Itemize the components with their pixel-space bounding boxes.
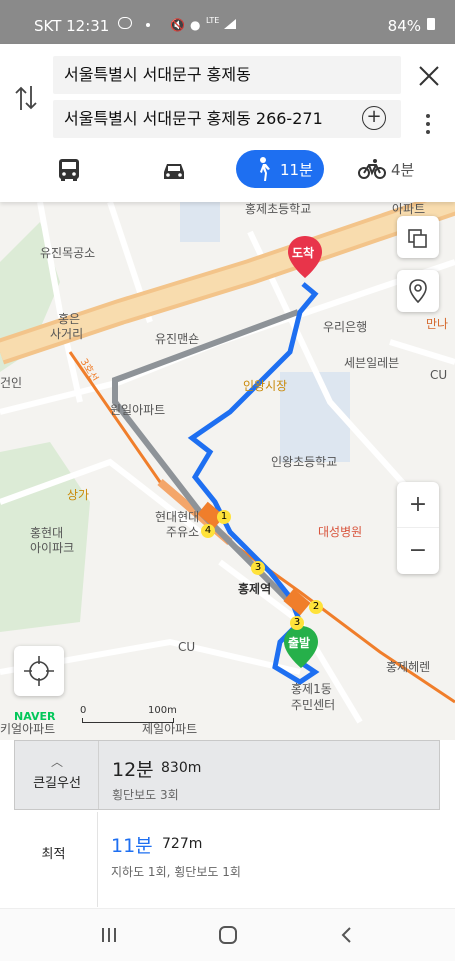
map-label: 상가 (67, 488, 90, 502)
map-label: CU (430, 368, 448, 382)
route-distance: 830m (161, 760, 202, 776)
map-label: CU (178, 640, 196, 654)
depart-label: 출발 (288, 636, 311, 650)
map-label: 인왕시장 (243, 379, 288, 393)
route-distance: 727m (162, 836, 203, 852)
swap-icon[interactable] (14, 84, 38, 112)
map-label: 원일아파트 (110, 403, 166, 417)
recent-apps-icon[interactable] (99, 925, 119, 945)
bike-mode-tab[interactable]: 4분 (358, 150, 420, 188)
map-label: 우리은행 (323, 320, 368, 334)
route-detail: 지하도 1회, 횡단보도 1회 (111, 865, 241, 879)
close-icon[interactable] (417, 64, 441, 88)
battery-icon (427, 18, 435, 30)
location-pin-button[interactable] (397, 270, 439, 312)
arrive-marker[interactable]: 도착 (288, 236, 322, 278)
map-view[interactable]: 유진목공소 홍은 사거리 유진맨숀 원일아파트 인왕시장 우리은행 세븐일레븐 … (0, 202, 455, 740)
car-mode-tab[interactable] (160, 150, 188, 188)
mute-icon: 🔇 (170, 18, 185, 32)
walk-mode-tab[interactable]: 11분 (236, 150, 324, 188)
car-icon (164, 164, 184, 179)
map-label: 대성병원 (318, 525, 363, 539)
map-label: 유진목공소 (40, 246, 96, 260)
layers-button[interactable] (397, 216, 439, 258)
map-label: 홍제역 (238, 582, 272, 596)
map-label: 유진맨숀 (155, 332, 200, 346)
route-options: ︿ 큰길우선 12분 830m 횡단보도 3회 최적 11분 727m 지하도 … (0, 740, 455, 908)
transit-mode-tab[interactable] (55, 150, 83, 188)
status-bar: SKT 12:31 🔇 ● LTE 84% (0, 0, 455, 44)
step-marker: 4 (201, 524, 215, 538)
route-detail: 횡단보도 3회 (112, 788, 179, 802)
scale-zero: 0 (80, 705, 87, 716)
route-name-cell: ︿ 큰길우선 (15, 741, 99, 809)
route-name: 큰길우선 (33, 776, 81, 791)
add-waypoint-button[interactable]: + (362, 106, 386, 130)
route-search-panel: 서울특별시 서대문구 홍제동 서울특별시 서대문구 홍제동 266-271 + … (0, 44, 455, 202)
map-label: 홍제1동 (291, 682, 332, 696)
crosshair-icon (24, 656, 54, 686)
route-time: 12분 (112, 759, 154, 781)
chevron-up-icon[interactable]: ︿ (15, 753, 99, 770)
map-label: 세븐일레븐 (344, 356, 400, 370)
location-icon: ● (190, 18, 201, 32)
map-label: 홍제헤렌 (386, 660, 431, 674)
route-time: 11분 (111, 835, 153, 857)
route-option-selected[interactable]: 최적 11분 727m 지하도 1회, 횡단보도 1회 (10, 812, 445, 907)
bike-time: 4분 (391, 161, 415, 179)
route-option[interactable]: ︿ 큰길우선 12분 830m 횡단보도 3회 (14, 740, 440, 810)
map-label: 주민센터 (291, 698, 336, 712)
map-label: 사거리 (50, 327, 84, 341)
signal-icon (224, 19, 236, 29)
pin-icon (409, 279, 427, 304)
scale-bar (82, 718, 174, 723)
step-marker: 2 (309, 600, 323, 614)
walking-person-icon (260, 157, 270, 181)
walk-time: 11분 (280, 161, 313, 179)
layers-icon (408, 229, 427, 248)
step-marker: 3 (290, 616, 304, 630)
scale-distance: 100m (148, 705, 177, 716)
lte-icon: LTE (206, 16, 220, 25)
naver-logo: NAVER (14, 710, 56, 723)
status-time: SKT 12:31 (34, 17, 110, 35)
more-options-icon[interactable] (424, 112, 432, 136)
map-label: 만나 (426, 317, 449, 331)
depart-marker[interactable]: 출발 (284, 626, 318, 668)
zoom-out-button[interactable]: − (397, 528, 439, 574)
map-label: 홍제초등학교 (245, 202, 312, 216)
system-nav-bar (0, 908, 455, 961)
bicycle-icon (358, 159, 386, 179)
back-icon[interactable] (337, 925, 357, 945)
home-icon[interactable] (218, 925, 238, 945)
step-marker: 1 (217, 510, 231, 524)
dot-icon (146, 23, 150, 27)
bus-icon (59, 159, 79, 181)
zoom-controls: + − (397, 482, 439, 574)
map-label: 건인 (0, 376, 23, 390)
talk-icon (118, 17, 132, 29)
destination-input[interactable]: 서울특별시 서대문구 홍제동 266-271 (53, 100, 401, 138)
battery-text: 84% (387, 17, 421, 35)
map-label: 아파트 (392, 202, 426, 216)
arrive-label: 도착 (292, 246, 315, 260)
current-location-button[interactable] (14, 646, 64, 696)
map-label: 인왕초등학교 (271, 455, 338, 469)
step-marker: 3 (251, 561, 265, 575)
map-label: 아이파크 (30, 541, 75, 555)
zoom-in-button[interactable]: + (397, 482, 439, 528)
origin-input[interactable]: 서울특별시 서대문구 홍제동 (53, 56, 401, 94)
route-name: 최적 (10, 812, 98, 907)
map-label: 주유소 (166, 525, 200, 539)
